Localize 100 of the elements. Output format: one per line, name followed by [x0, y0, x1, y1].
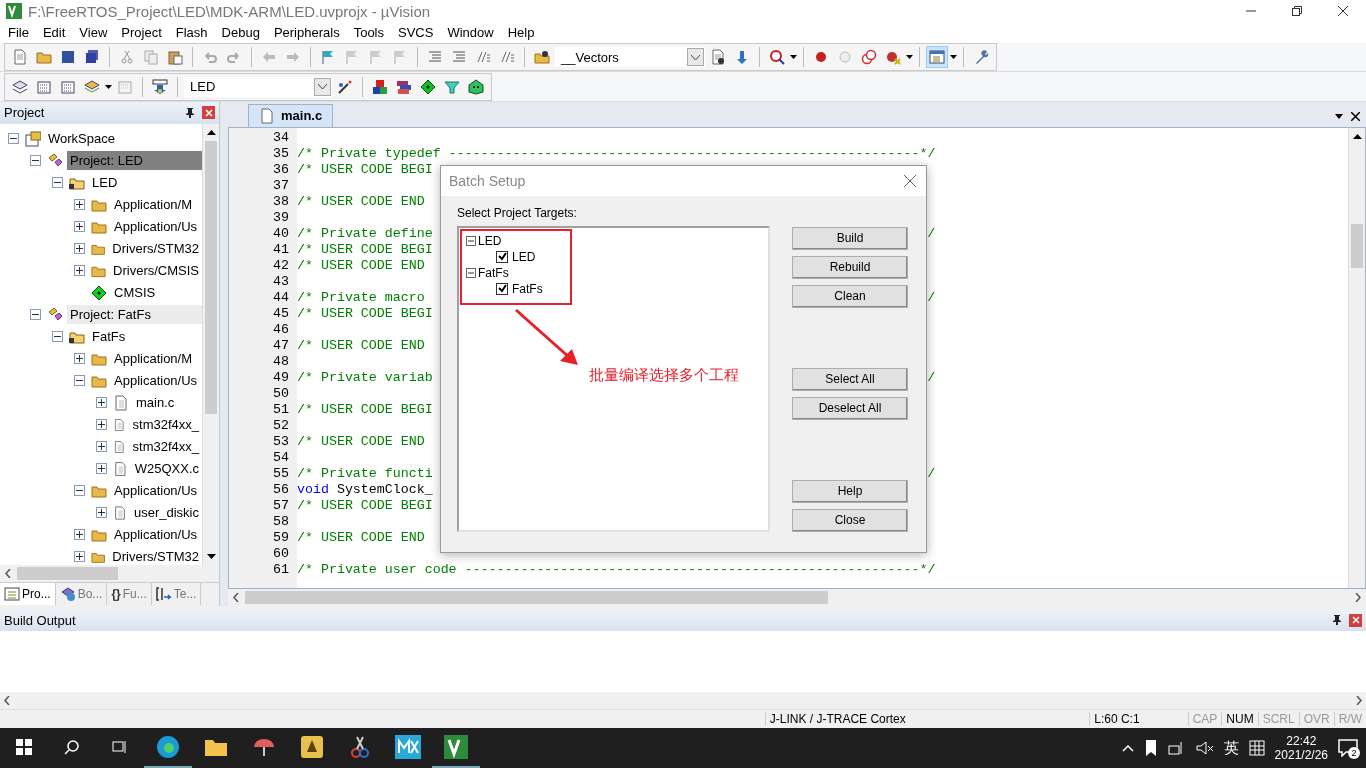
scroll-right-icon[interactable] [1354, 592, 1361, 602]
expand-button[interactable] [74, 551, 85, 563]
bookmark-icon[interactable] [1143, 739, 1158, 757]
expand-button[interactable] [96, 463, 107, 475]
menu-item[interactable]: Edit [35, 25, 73, 41]
panel-tab[interactable]: Te... [151, 583, 202, 606]
menu-item[interactable]: File [1, 25, 36, 41]
collapse-button[interactable] [52, 331, 63, 343]
scrollbar[interactable] [202, 123, 219, 565]
panel-tab[interactable]: Pro... [0, 583, 56, 606]
tree-item[interactable]: user_diskic [130, 503, 202, 523]
tree-item[interactable]: Drivers/CMSIS [110, 261, 202, 281]
tree-item[interactable]: WorkSpace [45, 129, 118, 149]
target-label[interactable]: FatFs [512, 281, 543, 296]
scroll-left-icon[interactable] [4, 695, 11, 705]
tree-item[interactable]: FatFs [478, 265, 509, 280]
menu-item[interactable]: SVCS [391, 25, 441, 41]
expand-button[interactable] [74, 243, 85, 255]
menu-item[interactable]: Tools [346, 25, 391, 41]
tree-item[interactable]: LED [478, 233, 502, 248]
scroll-up-icon[interactable] [1353, 133, 1362, 139]
expand-button[interactable] [74, 221, 85, 233]
chevron-up-icon[interactable] [1121, 744, 1134, 752]
scrollbar[interactable] [0, 691, 1366, 709]
scrollbar[interactable] [0, 564, 219, 582]
collapse-button[interactable] [52, 177, 63, 189]
tree-item[interactable]: LED [89, 173, 121, 193]
expand-button[interactable] [96, 441, 107, 453]
scroll-thumb[interactable] [17, 566, 118, 580]
expand-button[interactable] [96, 419, 107, 431]
expand-button[interactable] [74, 265, 85, 277]
collapse-button[interactable] [74, 375, 85, 387]
tree-item[interactable]: Application/M [111, 195, 196, 215]
checkbox[interactable] [496, 250, 508, 263]
tree-item[interactable]: Project: FatFs [67, 305, 202, 325]
scroll-left-icon[interactable] [5, 568, 12, 578]
tree-item[interactable]: CMSIS [111, 283, 159, 303]
scroll-thumb[interactable] [1351, 224, 1363, 269]
dialog-button[interactable]: Help [792, 479, 908, 503]
menu-item[interactable]: Window [440, 25, 501, 41]
scroll-thumb[interactable] [205, 140, 217, 414]
expand-button[interactable] [74, 529, 85, 541]
tree-item[interactable]: FatFs [89, 327, 129, 347]
dialog-button[interactable]: Select All [792, 367, 908, 391]
collapse-button[interactable] [466, 235, 476, 246]
input-method-indicator[interactable]: 英 [1223, 738, 1239, 758]
tree-item[interactable]: Application/Us [111, 217, 201, 237]
dropdown-arrow-icon[interactable] [1335, 113, 1343, 119]
dialog-button[interactable]: Rebuild [792, 255, 908, 279]
expand-button[interactable] [74, 353, 85, 365]
clock[interactable]: 22:42 2021/2/26 [1274, 734, 1328, 762]
panel-tab[interactable]: {} Fu... [107, 583, 152, 606]
tree-item[interactable]: Application/M [111, 349, 196, 369]
tree-item[interactable]: Application/Us [111, 525, 201, 545]
menu-item[interactable]: Debug [214, 25, 267, 41]
target-label[interactable]: LED [512, 249, 536, 264]
scroll-down-icon[interactable] [207, 553, 216, 559]
tree-item[interactable]: main.c [133, 393, 178, 413]
collapse-button[interactable] [30, 155, 41, 167]
notification-icon[interactable] [1338, 739, 1358, 757]
scroll-thumb[interactable] [245, 590, 829, 604]
collapse-button[interactable] [8, 133, 19, 145]
expand-button[interactable] [74, 199, 85, 211]
collapse-button[interactable] [466, 267, 476, 278]
tree-item[interactable]: Application/Us [111, 371, 201, 391]
tree-item[interactable]: stm32f4xx_ [129, 415, 202, 435]
tree-item[interactable]: W25QXX.c [131, 459, 202, 479]
window-layout-button[interactable] [926, 46, 948, 69]
tree-item[interactable]: Drivers/STM32 [109, 239, 202, 259]
expand-button[interactable] [96, 397, 107, 409]
dialog-button[interactable]: Build [792, 226, 908, 250]
checkbox[interactable] [496, 282, 508, 295]
collapse-button[interactable] [74, 485, 85, 497]
file-tab[interactable]: main.c [248, 103, 334, 127]
menu-item[interactable]: Peripherals [266, 25, 347, 41]
tree-item[interactable]: Application/Us [111, 481, 201, 501]
dialog-button[interactable]: Clean [792, 284, 908, 308]
close-button[interactable] [1349, 613, 1362, 627]
dialog-button[interactable]: Close [792, 508, 908, 532]
dialog-button[interactable]: Deselect All [792, 396, 908, 420]
close-button[interactable] [202, 106, 215, 120]
dropdown-button[interactable] [314, 77, 331, 96]
tree-item[interactable]: Project: LED [67, 151, 202, 171]
close-icon[interactable] [1351, 111, 1360, 121]
scroll-left-icon[interactable] [233, 592, 240, 602]
panel-tab[interactable]: Bo... [55, 583, 108, 606]
target-select[interactable]: LED [184, 76, 332, 97]
tree-item[interactable]: stm32f4xx_ [129, 437, 202, 457]
scroll-right-icon[interactable] [1355, 695, 1362, 705]
menu-item[interactable]: Flash [168, 25, 215, 41]
menu-item[interactable]: Help [500, 25, 542, 41]
menu-item[interactable]: Project [114, 25, 169, 41]
dropdown-button[interactable] [687, 48, 704, 67]
speaker-muted-icon[interactable] [1195, 740, 1214, 756]
scrollbar[interactable] [1348, 127, 1365, 588]
scroll-up-icon[interactable] [207, 129, 216, 135]
find-field[interactable]: __Vectors [555, 47, 705, 68]
menu-item[interactable]: View [72, 25, 115, 41]
expand-button[interactable] [96, 507, 107, 519]
tree-item[interactable]: Drivers/STM32 [109, 547, 202, 565]
